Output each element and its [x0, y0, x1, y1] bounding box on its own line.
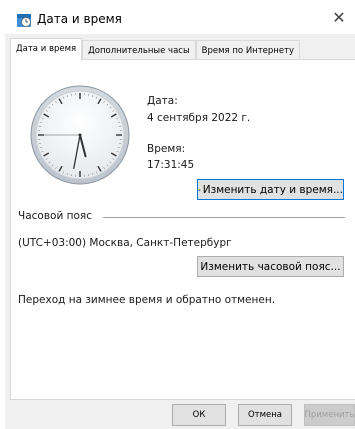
uac-shield-icon: [198, 188, 201, 191]
time-value: 17:31:45: [147, 159, 195, 171]
close-icon: ✕: [332, 7, 346, 27]
timezone-value: (UTC+03:00) Москва, Санкт-Петербург: [18, 237, 232, 249]
tab-additional-clocks[interactable]: Дополнительные часы: [82, 40, 196, 60]
date-time-app-icon: [17, 14, 31, 27]
date-value: 4 сентября 2022 г.: [147, 112, 251, 124]
timezone-section-label: Часовой пояс: [18, 210, 92, 222]
timezone-separator: [103, 217, 345, 218]
window-title: Дата и время: [37, 12, 122, 26]
cancel-button[interactable]: Отмена: [238, 404, 292, 426]
change-date-time-button[interactable]: Изменить дату и время...: [197, 179, 344, 200]
change-timezone-button[interactable]: Изменить часовой пояс...: [197, 256, 344, 277]
tab-strip: Дата и время Дополнительные часы Время п…: [10, 38, 301, 61]
tab-date-time[interactable]: Дата и время: [10, 38, 83, 61]
close-button[interactable]: ✕: [323, 4, 355, 30]
ok-button[interactable]: ОК: [172, 404, 226, 426]
tab-internet-time[interactable]: Время по Интернету: [195, 40, 301, 60]
change-date-time-label: Изменить дату и время...: [202, 183, 343, 196]
dst-note: Переход на зимнее время и обратно отмене…: [18, 294, 276, 306]
date-label: Дата:: [147, 95, 178, 107]
time-label: Время:: [147, 143, 186, 155]
apply-button[interactable]: Применить: [304, 404, 355, 426]
title-bar: Дата и время ✕: [0, 0, 355, 34]
analog-clock: [30, 85, 130, 185]
